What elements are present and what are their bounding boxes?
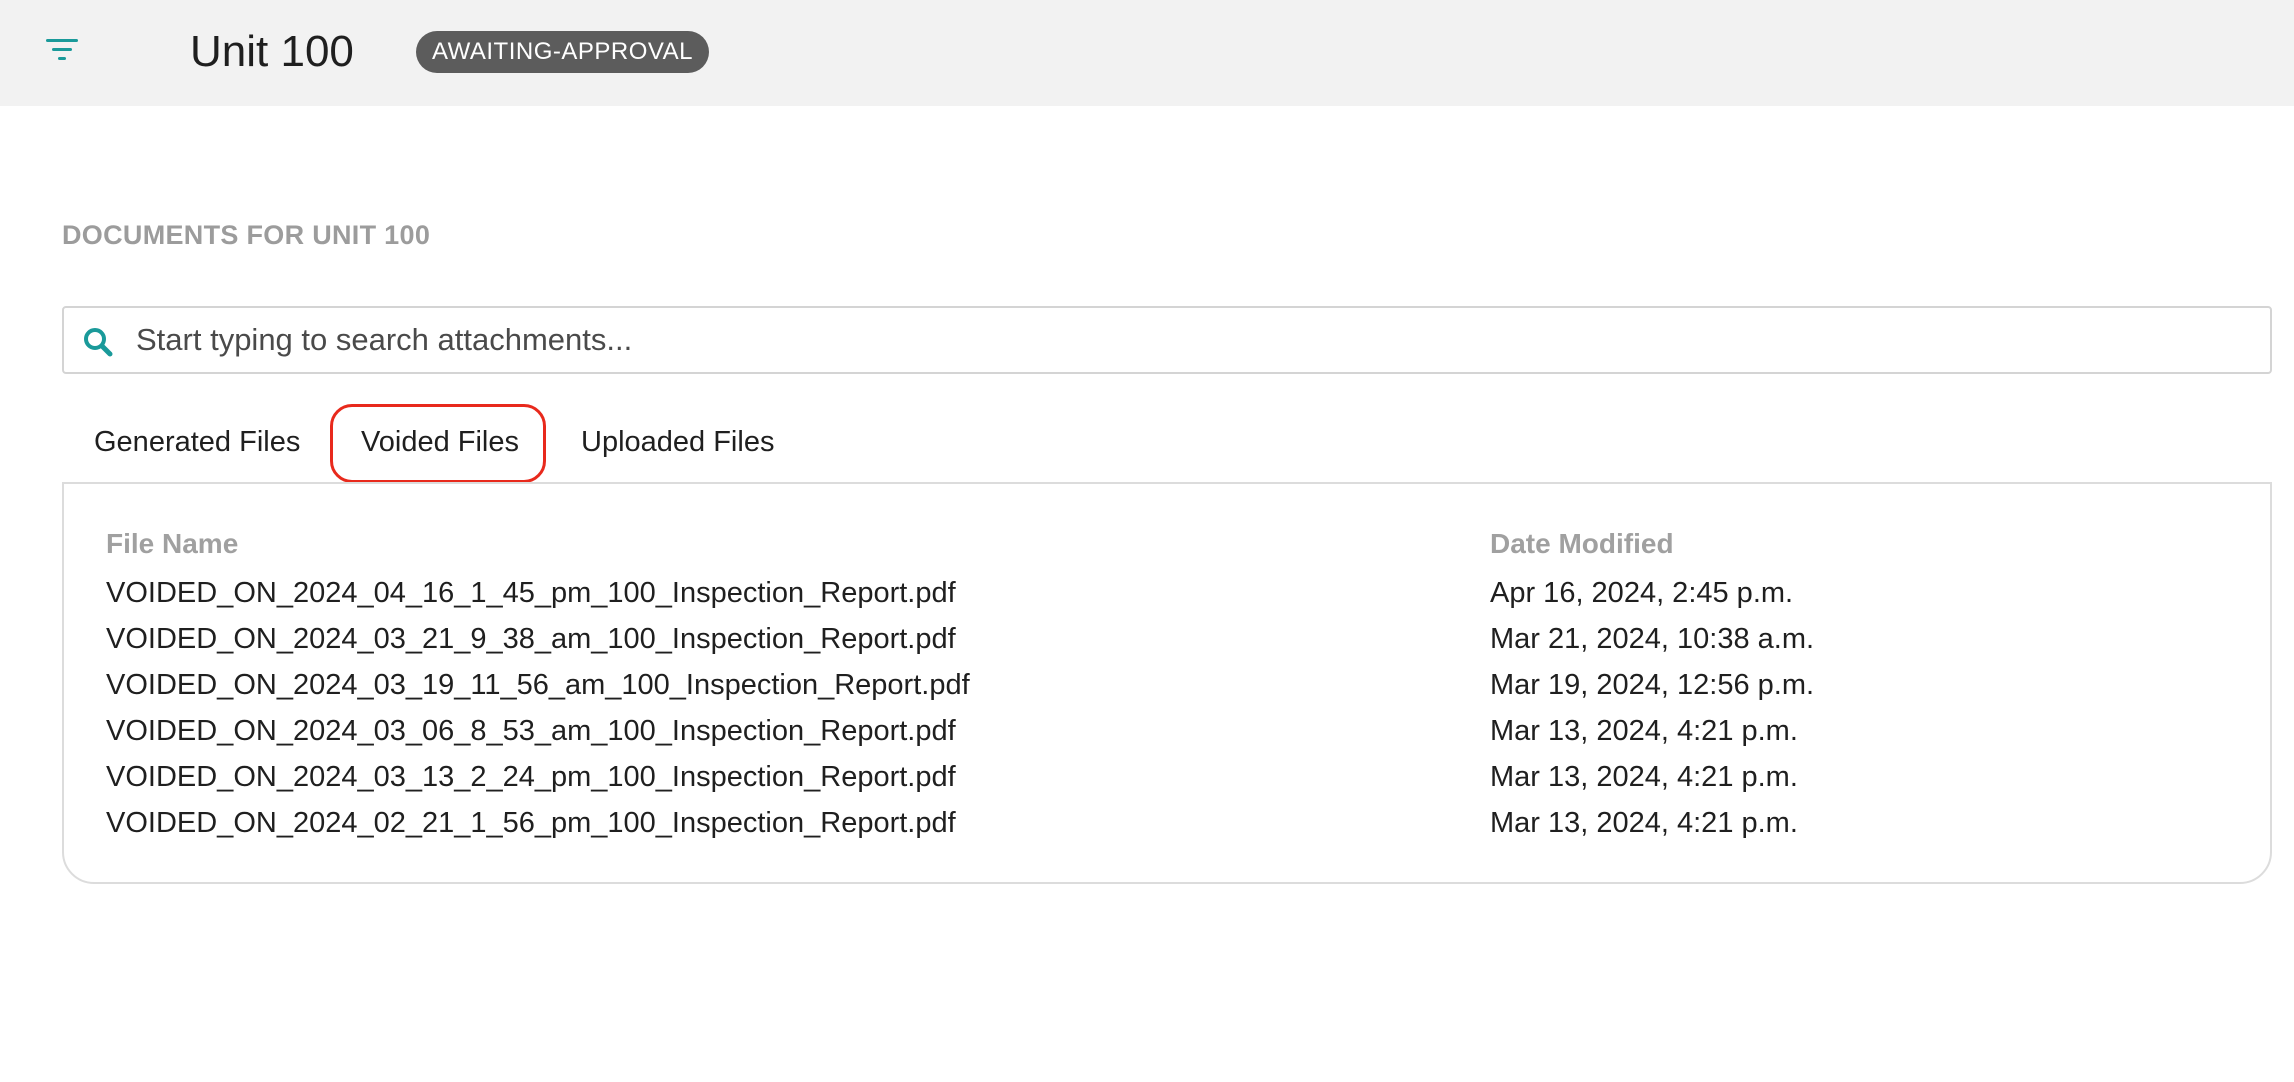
top-bar: Unit 100 AWAITING-APPROVAL — [0, 0, 2294, 106]
search-box[interactable] — [62, 306, 2272, 374]
table-row: VOIDED_ON_2024_03_13_2_24_pm_100_Inspect… — [106, 754, 2206, 800]
table-row: VOIDED_ON_2024_03_06_8_53_am_100_Inspect… — [106, 708, 2206, 754]
documents-heading: DOCUMENTS FOR UNIT 100 — [62, 220, 431, 250]
table-row: VOIDED_ON_2024_02_21_1_56_pm_100_Inspect… — [106, 800, 2206, 846]
status-badge: AWAITING-APPROVAL — [416, 31, 709, 73]
page-title: Unit 100 — [190, 27, 354, 76]
tab-generated-files[interactable]: Generated Files — [94, 412, 300, 472]
date-modified: Mar 21, 2024, 10:38 a.m. — [1490, 623, 1815, 655]
date-modified: Mar 13, 2024, 4:21 p.m. — [1490, 715, 1798, 747]
date-modified: Mar 13, 2024, 4:21 p.m. — [1490, 807, 1798, 839]
file-name-link[interactable]: VOIDED_ON_2024_03_13_2_24_pm_100_Inspect… — [106, 754, 956, 800]
file-name-link[interactable]: VOIDED_ON_2024_03_19_11_56_am_100_Inspec… — [106, 662, 970, 708]
file-name-link[interactable]: VOIDED_ON_2024_03_06_8_53_am_100_Inspect… — [106, 708, 956, 754]
filter-menu-icon[interactable] — [46, 36, 78, 64]
table-row: VOIDED_ON_2024_03_19_11_56_am_100_Inspec… — [106, 662, 2206, 708]
column-header-file-name[interactable]: File Name — [106, 528, 238, 560]
tab-uploaded-files[interactable]: Uploaded Files — [581, 412, 774, 472]
date-modified: Mar 13, 2024, 4:21 p.m. — [1490, 761, 1798, 793]
date-modified: Apr 16, 2024, 2:45 p.m. — [1490, 577, 1794, 609]
file-name-link[interactable]: VOIDED_ON_2024_04_16_1_45_pm_100_Inspect… — [106, 570, 956, 616]
tab-voided-files[interactable]: Voided Files — [361, 412, 519, 472]
search-input[interactable] — [134, 308, 2236, 372]
file-name-link[interactable]: VOIDED_ON_2024_02_21_1_56_pm_100_Inspect… — [106, 800, 956, 846]
file-name-link[interactable]: VOIDED_ON_2024_03_21_9_38_am_100_Inspect… — [106, 616, 956, 662]
date-modified: Mar 19, 2024, 12:56 p.m. — [1490, 669, 1815, 701]
column-header-date-modified[interactable]: Date Modified — [1490, 528, 1674, 560]
table-row: VOIDED_ON_2024_03_21_9_38_am_100_Inspect… — [106, 616, 2206, 662]
table-row: VOIDED_ON_2024_04_16_1_45_pm_100_Inspect… — [106, 570, 2206, 616]
search-icon — [82, 326, 114, 358]
